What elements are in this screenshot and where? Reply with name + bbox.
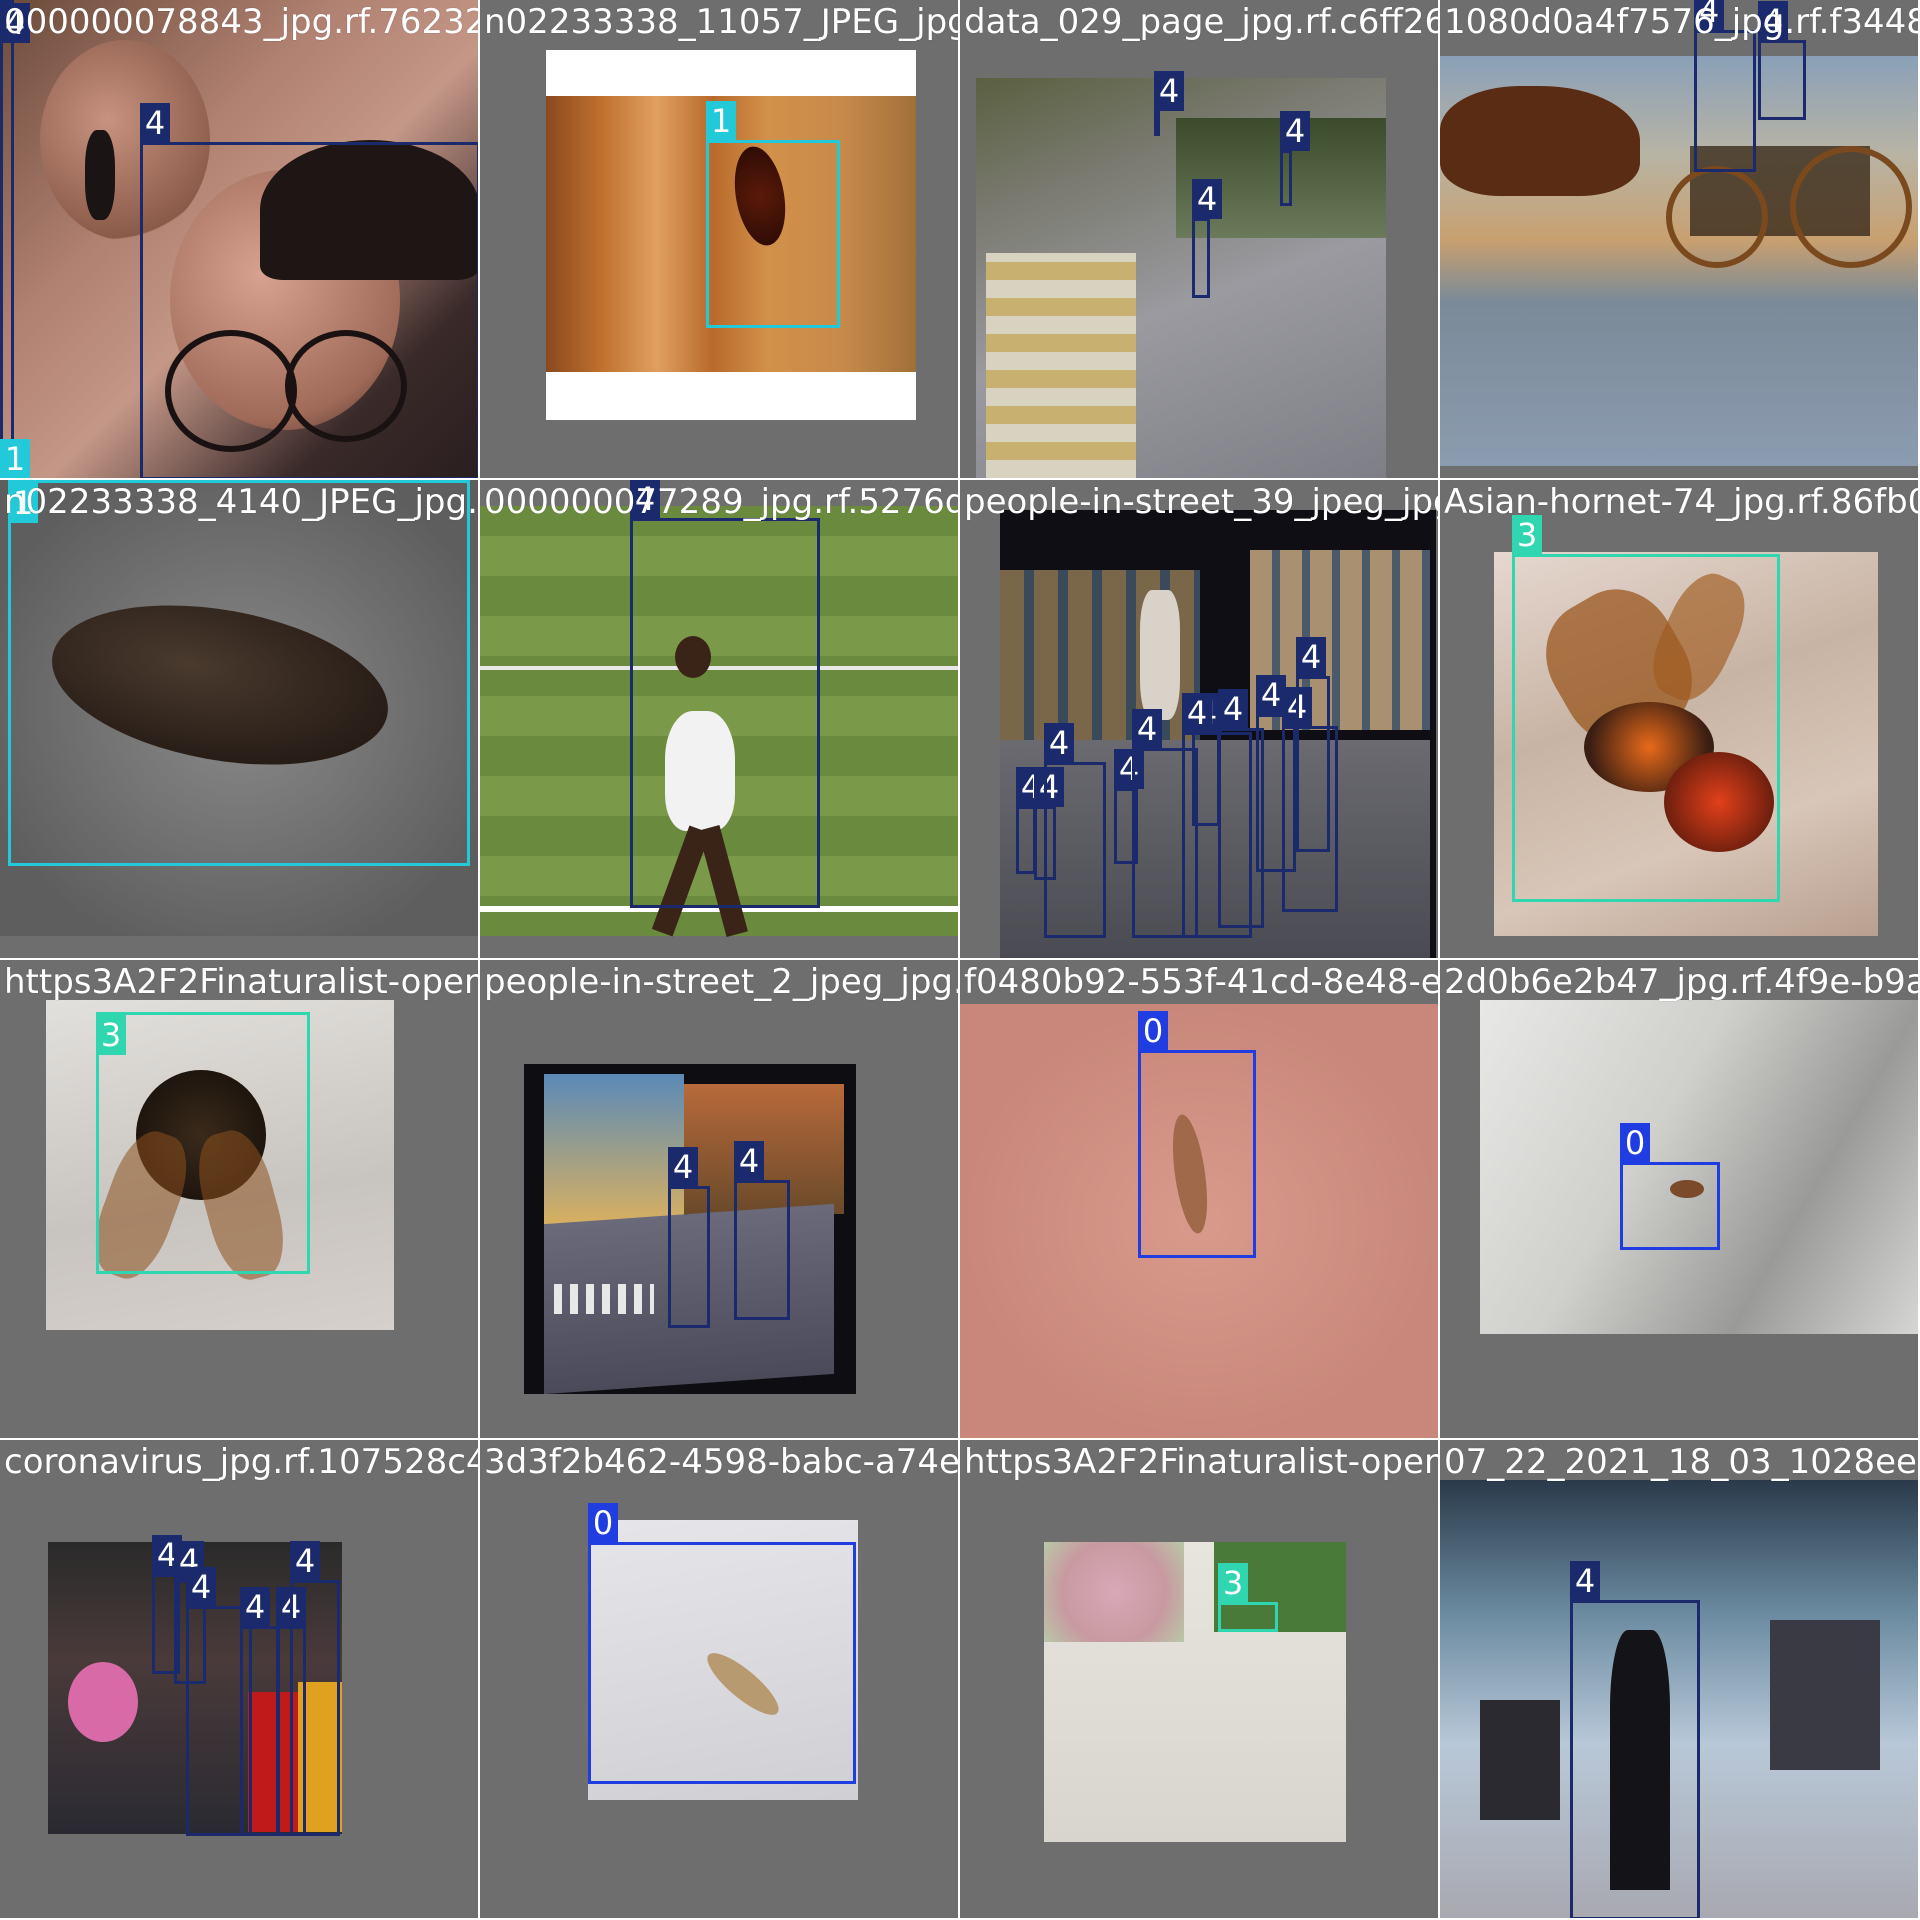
detection-box: 4 [1192, 179, 1222, 298]
detection-box: 4 [1296, 637, 1330, 852]
class-label: 4 [668, 1147, 698, 1187]
detection-box: 4 [290, 1541, 340, 1836]
detection-box: 0 [1620, 1123, 1720, 1250]
class-label: 0 [588, 1503, 618, 1543]
detection-box: 0 [588, 1503, 856, 1784]
detection-box: 1 [706, 101, 840, 328]
tile-0: 4 4 1 000000078843_jpg.rf.76232c4c213a1a… [0, 0, 480, 480]
detection-box: 4 [1044, 723, 1106, 938]
tile-13: 0 3d3f2b462-4598-babc-a74ea392F2Finatura… [480, 1440, 960, 1920]
class-label: 4 [1296, 637, 1326, 677]
image-filename: people-in-street_2_jpeg_jpg.rf. [484, 962, 960, 1002]
detection-box: 4 [1570, 1561, 1700, 1918]
detection-box: 4 [1280, 111, 1310, 206]
detection-box: 4 [240, 1587, 280, 1836]
detection-box: 4 [1154, 71, 1184, 136]
detection-box: 3 [96, 1012, 310, 1274]
detection-box: 0 [1138, 1011, 1256, 1258]
class-label: 4 [734, 1141, 764, 1181]
image-filename: https3A2F2Finaturalist-open-data [964, 1442, 1438, 1482]
image-filename: 2d0b6e2b47_jpg.rf.4f9e-b9a9-8 [1444, 962, 1918, 1002]
detection-box: 4 [140, 103, 478, 478]
mosaic-grid: 4 4 1 000000078843_jpg.rf.76232c4c213a1a… [0, 0, 1920, 1920]
class-label: 1 [0, 439, 30, 478]
class-label: 4 [1192, 179, 1222, 219]
detection-box: 4 [1758, 1, 1806, 120]
class-label: 4 [1154, 71, 1184, 111]
tile-1: 1 n02233338_11057_JPEG_jpg.rf.629bb6be15… [480, 0, 960, 480]
detection-box: 4 [734, 1141, 790, 1320]
image-filename: 1080d0a4f7576_jpg.rf.f34488 [1444, 2, 1920, 42]
class-label: 4 [240, 1587, 270, 1627]
detection-box: 3 [1218, 1563, 1278, 1632]
class-label: 0 [1138, 1011, 1168, 1051]
tile-11: 0 2d0b6e2b47_jpg.rf.4f9e-b9a9-8 [1440, 960, 1920, 1440]
photo-street [976, 78, 1386, 478]
tile-7: 3 Asian-hornet-74_jpg.rf.86fb0 [1440, 480, 1920, 960]
tile-6: 4 4 4 4 4 4 4 4 4 4 4 people-in-street_3… [960, 480, 1440, 960]
class-label: 4 [1182, 693, 1212, 733]
detection-box: 4 [1016, 767, 1046, 874]
detection-box: 4 [0, 0, 30, 478]
class-label: 4 [1280, 111, 1310, 151]
image-filename: n02233338_4140_JPEG_jpg.rf.5276 [4, 482, 478, 522]
tile-12: 4 4 4 4 4 4 coronavirus_jpg.rf.107528c4d… [0, 1440, 480, 1920]
tile-8: 3 https3A2F2Finaturalist-open-data [0, 960, 480, 1440]
detection-box: 4 [630, 480, 820, 908]
photo-horse-carriage [1440, 56, 1918, 466]
detection-box: 4 [668, 1147, 710, 1328]
image-filename: 000000078843_jpg.rf.76232c4c213a1a3ad118… [4, 2, 478, 42]
class-label: 4 [1218, 689, 1248, 729]
tile-10: 0 f0480b92-553f-41cd-8e48-e22d0b6e2b47 [960, 960, 1440, 1440]
class-label: 4 [1044, 723, 1074, 763]
class-label: 3 [1218, 1563, 1248, 1603]
image-filename: 000000077289_jpg.rf.5276d7e5a30f07ff367f [484, 482, 960, 522]
tile-4: 1 n02233338_4140_JPEG_jpg.rf.5276 [0, 480, 480, 960]
photo-hornet-under-flowers [1044, 1542, 1346, 1842]
image-filename: 3d3f2b462-4598-babc-a74ea392F2Finaturali… [484, 1442, 960, 1482]
image-filename: f0480b92-553f-41cd-8e48-e22d0b6e2b47 [964, 962, 1440, 1002]
image-filename: 07_22_2021_18_03_1028ee [1444, 1442, 1917, 1482]
tile-5: 4 000000077289_jpg.rf.5276d7e5a30f07ff36… [480, 480, 960, 960]
class-label: 4 [186, 1567, 216, 1607]
image-filename: Asian-hornet-74_jpg.rf.86fb0 [1444, 482, 1920, 522]
detection-box: 1 [8, 480, 470, 866]
class-label: 4 [1132, 709, 1162, 749]
detection-box: 3 [1512, 515, 1780, 902]
image-filename: data_029_page_jpg.rf.c6ff2641d87d0a4f757… [964, 2, 1438, 42]
image-filename: n02233338_11057_JPEG_jpg.rf.629bb6be15cd [484, 2, 958, 42]
class-label: 4 [140, 103, 170, 143]
image-filename: https3A2F2Finaturalist-open-data [4, 962, 478, 1002]
tile-9: 4 4 people-in-street_2_jpeg_jpg.rf. [480, 960, 960, 1440]
detection-box: 4 [1694, 0, 1756, 172]
class-label: 4 [1570, 1561, 1600, 1601]
image-filename: people-in-street_39_jpeg_jpg.rf.f155dcbe [964, 482, 1438, 522]
tile-15: 4 07_22_2021_18_03_1028ee [1440, 1440, 1920, 1920]
class-label: 4 [290, 1541, 320, 1581]
tile-3: 4 4 1080d0a4f7576_jpg.rf.f34488 [1440, 0, 1920, 480]
class-label: 0 [1620, 1123, 1650, 1163]
class-label: 1 [706, 101, 736, 141]
class-label: 3 [96, 1015, 126, 1055]
image-filename: coronavirus_jpg.rf.107528c4d1f23d3f2b462 [4, 1442, 478, 1482]
tile-2: 4 4 4 data_029_page_jpg.rf.c6ff2641d87d0… [960, 0, 1440, 480]
tile-14: 3 https3A2F2Finaturalist-open-data [960, 1440, 1440, 1920]
